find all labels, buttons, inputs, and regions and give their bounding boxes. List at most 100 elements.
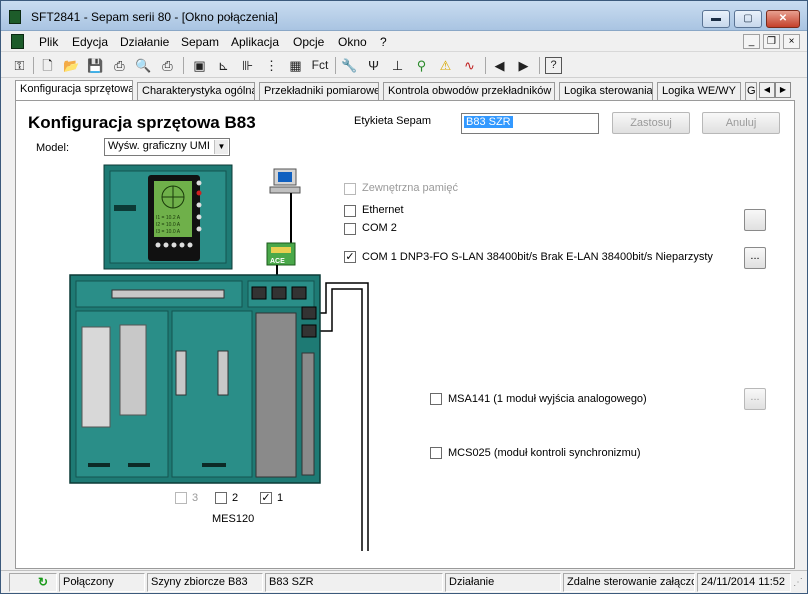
tab-control-logic[interactable]: Logika sterowania	[559, 82, 653, 100]
menu-action[interactable]: Działanie	[120, 35, 169, 49]
com-port[interactable]	[301, 324, 317, 338]
waveform-icon[interactable]: ∿	[461, 57, 478, 74]
menu-bar: Plik Edycja Działanie Sepam Aplikacja Op…	[1, 32, 807, 52]
menu-help[interactable]: ?	[380, 35, 387, 49]
sepam-label-value: B83 SZR	[464, 116, 513, 128]
mes120-label: MES120	[212, 513, 255, 525]
wrench-icon[interactable]: 🔧	[341, 57, 358, 74]
tab-io-logic[interactable]: Logika WE/WY	[657, 82, 741, 100]
mcs025-label: MCS025 (moduł kontroli synchronizmu)	[448, 447, 641, 459]
power-supply-block	[81, 326, 111, 428]
mdi-close-button[interactable]: ×	[783, 34, 800, 49]
mdi-minimize-button[interactable]: _	[743, 34, 760, 49]
status-sepam-label: B83 SZR	[265, 573, 443, 592]
close-button[interactable]: ✕	[766, 10, 800, 28]
tab-scroll-left-button[interactable]: ◀	[759, 82, 775, 98]
print-setup-icon[interactable]: ⎙	[159, 57, 176, 74]
menu-sepam[interactable]: Sepam	[181, 35, 219, 49]
network-icon[interactable]: ⊥	[389, 57, 406, 74]
tab-hardware-config[interactable]: Konfiguracja sprzętowa	[15, 80, 133, 100]
fiber-optic-line	[316, 288, 363, 551]
app-icon	[9, 10, 21, 24]
base-led	[128, 463, 150, 467]
mes-slot-1-label: 1	[277, 492, 284, 504]
umi-lcd-line: I3 = 10.0 A	[156, 229, 181, 235]
plug-icon[interactable]: ⚲	[413, 57, 430, 74]
tab-scroll-right-button[interactable]: ▶	[775, 82, 791, 98]
msa141-checkbox[interactable]	[430, 393, 442, 405]
antenna-icon[interactable]: Ψ	[365, 57, 382, 74]
com-port[interactable]	[301, 306, 317, 320]
floppy-icon[interactable]: ▣	[191, 57, 208, 74]
print-icon[interactable]: ⎙	[111, 57, 128, 74]
status-datetime: 24/11/2014 11:52	[697, 573, 791, 592]
menu-file[interactable]: Plik	[39, 35, 58, 49]
mes120-terminal-block[interactable]	[255, 312, 297, 478]
curve-icon[interactable]: ⊾	[215, 57, 232, 74]
status-busbar: Szyny zbiorcze B83	[147, 573, 263, 592]
mes-slot-2-checkbox[interactable]	[215, 492, 227, 504]
umi-lcd-line: I1 = 10.2 A	[156, 215, 181, 221]
help-icon[interactable]: ?	[545, 57, 562, 74]
mes-slot-1-checkbox[interactable]: ✓	[260, 492, 272, 504]
maximize-button[interactable]: ▢	[734, 10, 762, 28]
io-icon[interactable]: ⊪	[239, 57, 256, 74]
mdi-restore-button[interactable]: ❐	[763, 34, 780, 49]
open-folder-icon[interactable]: 📂	[63, 57, 80, 74]
title-bar[interactable]: SFT2841 - Sepam serii 80 - [Okno połącze…	[1, 1, 807, 31]
mes-slot-2-label: 2	[232, 492, 239, 504]
status-mode: Działanie	[445, 573, 561, 592]
warning-icon[interactable]: ⚠	[437, 57, 454, 74]
rj45-port[interactable]	[251, 286, 267, 300]
umi-key	[196, 202, 202, 208]
document-icon[interactable]	[11, 34, 24, 49]
logic-icon[interactable]: ⋮	[263, 57, 280, 74]
umi-key	[179, 242, 185, 248]
com2-settings-button[interactable]	[744, 209, 766, 231]
refresh-icon: ↻	[38, 575, 49, 589]
umi-key	[196, 180, 202, 186]
menu-window[interactable]: Okno	[338, 35, 367, 49]
menu-application[interactable]: Aplikacja	[231, 35, 279, 49]
menu-options[interactable]: Opcje	[293, 35, 324, 49]
tab-truncated[interactable]: G	[745, 82, 757, 100]
msa141-label: MSA141 (1 moduł wyjścia analogowego)	[448, 393, 647, 405]
umi-key	[196, 214, 202, 220]
apply-button[interactable]: Zastosuj	[612, 112, 690, 134]
toolbar-separator	[33, 57, 34, 74]
status-remote-control: Zdalne sterowanie załączone	[563, 573, 695, 592]
base-led	[202, 463, 226, 467]
tab-instrument-transformers[interactable]: Przekładniki pomiarowe	[259, 82, 379, 100]
new-file-icon[interactable]: 🗋	[39, 57, 56, 74]
com1-label: COM 1 DNP3-FO S-LAN 38400bit/s Brak E-LA…	[362, 251, 713, 263]
status-refresh-cell: ↻	[9, 573, 57, 592]
print-preview-icon[interactable]: 🔍	[135, 57, 152, 74]
arrow-left-icon[interactable]: ◀	[491, 57, 508, 74]
resize-grip-icon[interactable]: ⋰	[793, 577, 805, 591]
base-led	[88, 463, 110, 467]
mcs025-checkbox[interactable]	[430, 447, 442, 459]
sepam-label-input[interactable]: B83 SZR	[461, 113, 599, 134]
msa141-settings-button[interactable]: ...	[744, 388, 766, 410]
menu-edit[interactable]: Edycja	[72, 35, 108, 49]
cancel-button[interactable]: Anuluj	[702, 112, 780, 134]
tab-general-characteristics[interactable]: Charakterystyka ogólna	[137, 82, 255, 100]
pc-screen	[278, 172, 292, 182]
tab-transformer-supervision[interactable]: Kontrola obwodów przekładników	[383, 82, 555, 100]
key-icon[interactable]: ⚿	[11, 57, 28, 74]
ace-label: ACE	[270, 258, 285, 265]
com1-settings-button[interactable]: ...	[744, 247, 766, 269]
mes120-terminal-block[interactable]	[301, 352, 315, 476]
fct-icon[interactable]: Fct	[309, 57, 331, 74]
minimize-button[interactable]: ▬	[702, 10, 730, 28]
fiber-optic-line	[316, 282, 369, 551]
external-memory-label: Zewnętrzna pamięć	[362, 182, 458, 194]
mes-slot-3-checkbox[interactable]	[175, 492, 187, 504]
rj45-port[interactable]	[271, 286, 287, 300]
hardware-config-page: Konfiguracja sprzętowa B83 Model: Wyśw. …	[15, 100, 795, 569]
sub-d-connector	[111, 289, 225, 299]
table-icon[interactable]: ▦	[287, 57, 304, 74]
save-icon[interactable]: 💾	[87, 57, 104, 74]
arrow-right-icon[interactable]: ▶	[515, 57, 532, 74]
rj45-port[interactable]	[291, 286, 307, 300]
